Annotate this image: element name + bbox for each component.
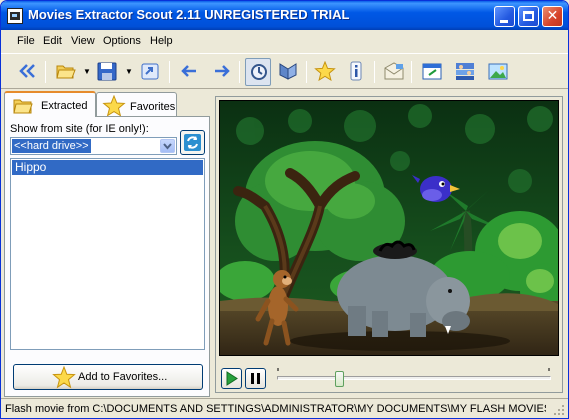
menu-options[interactable]: Options xyxy=(103,35,141,47)
site-filter-label: Show from site (for IE only!): xyxy=(10,123,149,135)
open-dropdown-icon[interactable]: ▼ xyxy=(83,67,91,76)
people-button[interactable] xyxy=(452,58,478,86)
refresh-icon xyxy=(184,134,201,151)
status-bar: Flash movie from C:\DOCUMENTS AND SETTIN… xyxy=(1,398,568,418)
list-item[interactable]: Hippo xyxy=(12,160,203,175)
status-text: Flash movie from C:\DOCUMENTS AND SETTIN… xyxy=(5,403,546,415)
menu-bar: File Edit View Options Help xyxy=(1,32,568,52)
tab-favorites-label: Favorites xyxy=(130,101,176,113)
picture-icon xyxy=(488,63,508,80)
email-button[interactable] xyxy=(381,58,407,86)
export-icon xyxy=(141,63,159,80)
tab-favorites[interactable]: Favorites xyxy=(96,92,177,118)
movie-preview[interactable] xyxy=(219,100,559,356)
refresh-button[interactable] xyxy=(180,130,205,155)
seek-ticks xyxy=(277,368,550,371)
title-bar[interactable]: Movies Extractor Scout 2.11 UNREGISTERED… xyxy=(1,1,568,30)
save-icon xyxy=(97,62,117,81)
window-icon xyxy=(422,63,442,80)
player-panel xyxy=(215,96,563,393)
close-button[interactable]: ✕ xyxy=(542,6,563,27)
toolbar-separator xyxy=(169,61,170,83)
favorites-star-icon xyxy=(314,61,336,81)
toolbar-separator xyxy=(239,61,240,83)
close-icon: ✕ xyxy=(546,8,559,24)
minimize-button[interactable] xyxy=(494,6,515,27)
menu-file[interactable]: File xyxy=(17,35,35,47)
seek-track xyxy=(277,376,551,380)
add-to-favorites-label: Add to Favorites... xyxy=(78,371,168,383)
collapse-panel-icon xyxy=(19,64,35,78)
movie-list[interactable]: Hippo xyxy=(10,158,205,350)
email-icon xyxy=(384,62,404,80)
minimize-icon xyxy=(500,20,508,23)
back-arrow-icon xyxy=(181,65,196,77)
chevron-down-icon xyxy=(163,143,172,150)
forward-button[interactable] xyxy=(209,58,235,86)
resize-grip-icon[interactable] xyxy=(553,404,565,416)
menu-edit[interactable]: Edit xyxy=(43,35,62,47)
seek-slider[interactable] xyxy=(277,368,551,387)
menu-help[interactable]: Help xyxy=(150,35,173,47)
open-button[interactable] xyxy=(53,58,79,86)
back-button[interactable] xyxy=(177,58,203,86)
refresh-scan-icon xyxy=(251,64,267,80)
extracted-panel: Show from site (for IE only!): <<hard dr… xyxy=(4,116,210,397)
toolbar-separator xyxy=(374,61,375,83)
toolbar: ▼ ▼ xyxy=(1,53,568,89)
site-filter-select[interactable]: <<hard drive>> xyxy=(10,137,177,155)
info-button[interactable] xyxy=(343,58,369,86)
star-icon xyxy=(52,366,76,389)
toolbar-separator xyxy=(411,61,412,83)
scan-button[interactable] xyxy=(245,58,271,86)
open-folder-icon xyxy=(56,65,76,79)
dropdown-button[interactable] xyxy=(160,139,175,153)
favorites-star-icon xyxy=(102,95,126,117)
export-button[interactable] xyxy=(137,58,163,86)
maximize-icon xyxy=(523,11,534,21)
people-icon xyxy=(456,63,474,80)
site-filter-value: <<hard drive>> xyxy=(12,139,91,153)
menu-view[interactable]: View xyxy=(71,35,95,47)
seek-thumb[interactable] xyxy=(335,371,344,387)
jungle-scene-image xyxy=(220,101,558,355)
pause-icon xyxy=(251,373,260,384)
app-icon[interactable] xyxy=(7,8,23,24)
toolbar-separator xyxy=(45,61,46,83)
tab-extracted[interactable]: Extracted xyxy=(4,91,96,117)
play-movie-icon xyxy=(279,63,297,80)
picture-button[interactable] xyxy=(485,58,511,86)
save-dropdown-icon[interactable]: ▼ xyxy=(125,67,133,76)
collapse-panel-button[interactable] xyxy=(14,58,40,86)
maximize-button[interactable] xyxy=(518,6,539,27)
toolbar-separator xyxy=(306,61,307,83)
play-icon xyxy=(226,371,238,386)
pause-button[interactable] xyxy=(245,368,266,389)
info-icon xyxy=(350,61,362,81)
play-movie-button[interactable] xyxy=(275,58,301,86)
app-window: Movies Extractor Scout 2.11 UNREGISTERED… xyxy=(0,0,569,419)
favorites-button[interactable] xyxy=(312,58,338,86)
add-to-favorites-button[interactable]: Add to Favorites... xyxy=(13,364,203,390)
window-title: Movies Extractor Scout 2.11 UNREGISTERED… xyxy=(28,7,350,22)
folder-icon xyxy=(13,99,33,114)
save-button[interactable] xyxy=(94,58,120,86)
tab-extracted-label: Extracted xyxy=(41,100,88,112)
play-button[interactable] xyxy=(221,368,242,389)
window-button[interactable] xyxy=(419,58,445,86)
forward-arrow-icon xyxy=(215,65,230,77)
